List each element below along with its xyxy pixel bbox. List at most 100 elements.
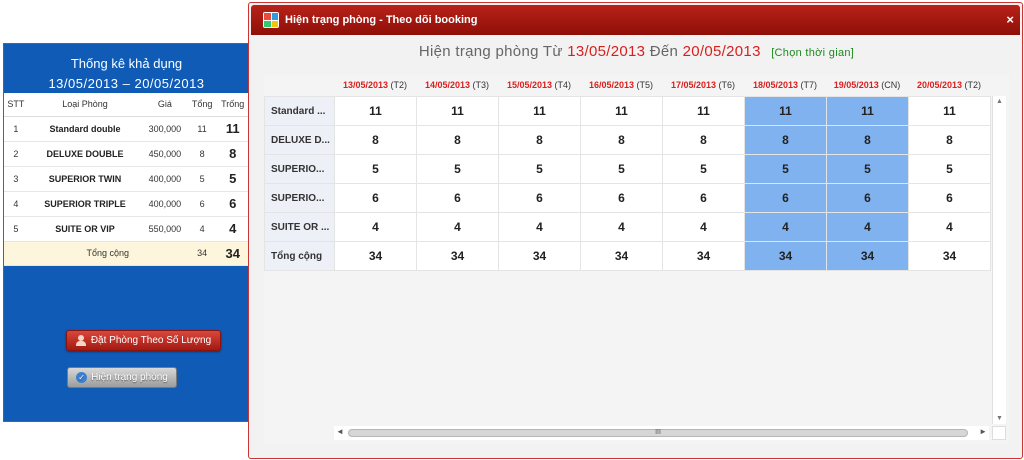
grid-cell[interactable]: 5 <box>662 154 745 184</box>
grid-cell[interactable]: 8 <box>498 125 581 155</box>
scroll-right-icon[interactable]: ► <box>979 427 987 436</box>
horizontal-scroll-thumb[interactable]: III <box>348 429 968 437</box>
row-room-type: DELUXE DOUBLE <box>27 141 143 167</box>
grid-cell[interactable]: 4 <box>498 212 581 242</box>
book-by-quantity-button[interactable]: Đặt Phòng Theo Số Lượng <box>66 330 221 351</box>
total-count: 34 <box>187 241 217 266</box>
grid-cell[interactable]: 34 <box>498 241 581 271</box>
column-weekday: (T5) <box>636 80 654 90</box>
header-stt: STT <box>4 93 28 117</box>
scroll-left-icon[interactable]: ◄ <box>336 427 344 436</box>
grid-cell[interactable]: 34 <box>908 241 991 271</box>
room-status-label: Hiện trạng phòng <box>91 372 168 383</box>
grid-cell[interactable]: 6 <box>908 183 991 213</box>
grid-cell[interactable]: 11 <box>416 96 499 126</box>
grid-cell[interactable]: 11 <box>334 96 417 126</box>
row-room-type: SUPERIOR TRIPLE <box>27 191 143 217</box>
grid-cell[interactable]: 34 <box>826 241 909 271</box>
grid-cell[interactable]: 8 <box>826 125 909 155</box>
grid-cell[interactable]: 6 <box>580 183 663 213</box>
grid-cell[interactable]: 5 <box>826 154 909 184</box>
grid-cell[interactable]: 11 <box>498 96 581 126</box>
grid-cell[interactable]: 11 <box>744 96 827 126</box>
grid-cell[interactable]: 8 <box>662 125 745 155</box>
row-stt: 3 <box>4 166 28 192</box>
room-status-button[interactable]: ✓ Hiện trạng phòng <box>67 367 177 388</box>
grid-cell[interactable]: 6 <box>498 183 581 213</box>
total-free: 34 <box>216 241 249 266</box>
column-date: 15/05/2013 <box>506 80 553 90</box>
row-room-type: Standard double <box>27 116 143 142</box>
grid-cell[interactable]: 4 <box>416 212 499 242</box>
scroll-down-icon[interactable]: ▼ <box>996 415 1003 422</box>
grid-cell[interactable]: 5 <box>580 154 663 184</box>
grid-cell[interactable]: 11 <box>826 96 909 126</box>
grid-cell[interactable]: 8 <box>416 125 499 155</box>
grid-row: DELUXE D... 8 8 8 8 8 8 8 8 <box>264 125 991 155</box>
date-range-heading: Hiện trạng phòng Từ 13/05/2013 Đến 20/05… <box>249 43 1024 60</box>
to-word: Đến <box>649 43 679 60</box>
row-free: 8 <box>216 141 249 167</box>
row-total: 6 <box>187 191 217 217</box>
header-free: Trống <box>216 93 249 117</box>
grid-cell[interactable]: 5 <box>744 154 827 184</box>
window-grid-icon <box>263 12 279 28</box>
column-header: 18/05/2013 (T7) <box>744 75 826 95</box>
row-total: 8 <box>187 141 217 167</box>
grid-cell[interactable]: 6 <box>662 183 745 213</box>
grid-cell[interactable]: 4 <box>662 212 745 242</box>
grid-cell[interactable]: 6 <box>744 183 827 213</box>
dialog-header: Hiện trạng phòng - Theo dõi booking × <box>251 5 1020 35</box>
grid-cell[interactable]: 4 <box>744 212 827 242</box>
grid-cell[interactable]: 11 <box>580 96 663 126</box>
column-date: 17/05/2013 <box>670 80 717 90</box>
from-date: 13/05/2013 <box>567 43 646 60</box>
grid-cell[interactable]: 34 <box>416 241 499 271</box>
grid-cell[interactable]: 5 <box>498 154 581 184</box>
grid-cell[interactable]: 34 <box>334 241 417 271</box>
column-header: 14/05/2013 (T3) <box>416 75 498 95</box>
grid-row: SUPERIO... 5 5 5 5 5 5 5 5 <box>264 154 991 184</box>
grid-cell[interactable]: 34 <box>580 241 663 271</box>
grid-cell[interactable]: 4 <box>334 212 417 242</box>
grid-cell[interactable]: 11 <box>662 96 745 126</box>
grid-cell[interactable]: 4 <box>908 212 991 242</box>
row-price: 400,000 <box>142 166 188 192</box>
grid-row-label: Standard ... <box>264 96 335 126</box>
grid-cell[interactable]: 5 <box>908 154 991 184</box>
grid-cell[interactable]: 11 <box>908 96 991 126</box>
grid-cell[interactable]: 5 <box>416 154 499 184</box>
close-icon[interactable]: × <box>1006 12 1014 27</box>
column-weekday: (T4) <box>554 80 572 90</box>
grid-cell[interactable]: 4 <box>580 212 663 242</box>
row-free: 6 <box>216 191 249 217</box>
row-free: 5 <box>216 166 249 192</box>
grid-cell[interactable]: 34 <box>744 241 827 271</box>
grid-cell[interactable]: 8 <box>744 125 827 155</box>
grid-cell[interactable]: 8 <box>908 125 991 155</box>
book-by-quantity-label: Đặt Phòng Theo Số Lượng <box>90 335 212 346</box>
row-price: 450,000 <box>142 141 188 167</box>
grid-cell[interactable]: 5 <box>334 154 417 184</box>
row-stt: 4 <box>4 191 28 217</box>
grid-cell[interactable]: 8 <box>580 125 663 155</box>
total-row-spacer <box>4 241 28 266</box>
grid-cell[interactable]: 6 <box>826 183 909 213</box>
scroll-up-icon[interactable]: ▲ <box>996 98 1003 105</box>
availability-panel: Thống kê khả dụng 13/05/2013 – 20/05/201… <box>3 43 249 422</box>
horizontal-scrollbar[interactable]: ◄ III ► <box>334 426 989 440</box>
grid-cell[interactable]: 34 <box>662 241 745 271</box>
grid-cell[interactable]: 6 <box>334 183 417 213</box>
grid-cell[interactable]: 6 <box>416 183 499 213</box>
row-stt: 5 <box>4 216 28 242</box>
column-weekday: (T3) <box>472 80 490 90</box>
row-price: 400,000 <box>142 191 188 217</box>
row-room-type: SUITE OR VIP <box>27 216 143 242</box>
row-total: 5 <box>187 166 217 192</box>
column-date: 20/05/2013 <box>916 80 963 90</box>
vertical-scrollbar[interactable]: ▲ ▼ <box>992 96 1006 424</box>
grid-cell[interactable]: 4 <box>826 212 909 242</box>
grid-row: SUITE OR ... 4 4 4 4 4 4 4 4 <box>264 212 991 242</box>
choose-time-link[interactable]: [Chọn thời gian] <box>771 47 854 59</box>
grid-cell[interactable]: 8 <box>334 125 417 155</box>
